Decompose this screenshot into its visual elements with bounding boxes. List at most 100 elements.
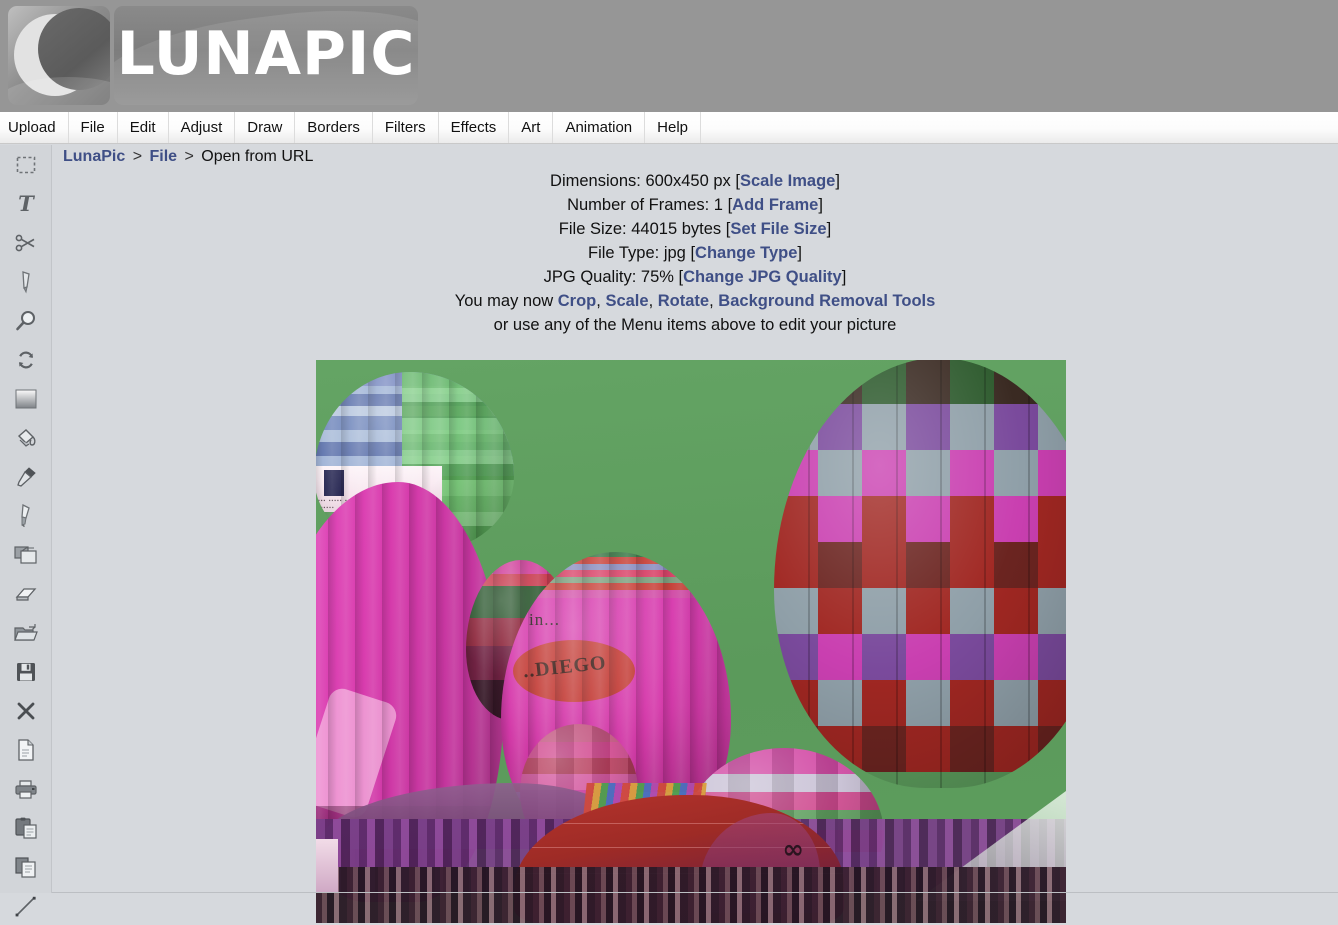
info-line-frames: Number of Frames: 1 [Add Frame]: [52, 193, 1338, 217]
eraser-icon: [14, 586, 38, 602]
tool-rail: T: [0, 145, 52, 893]
breadcrumb-separator-1: >: [133, 148, 142, 165]
tool-copy[interactable]: [0, 847, 52, 886]
crescent-moon-icon: [8, 6, 110, 105]
paint-bucket-icon: [15, 427, 37, 449]
filetype-value: jpg: [664, 244, 686, 262]
image-canvas[interactable]: ▪▪▪ ▪▪▪▪▪ ▪▪▪▪▪▪▪▪: [316, 360, 1066, 923]
ground-scene: ∞: [316, 783, 1066, 923]
breadcrumb: LunaPic > File > Open from URL: [63, 148, 313, 166]
tool-gradient[interactable]: [0, 379, 52, 418]
left-banner: [316, 839, 338, 893]
new-document-icon: [17, 739, 35, 761]
bracket-close: ]: [835, 172, 840, 190]
may-now-prefix: You may now: [455, 292, 553, 310]
add-frame-link[interactable]: Add Frame: [732, 196, 818, 214]
balloon-festival-photo: ▪▪▪ ▪▪▪▪▪ ▪▪▪▪▪▪▪▪: [316, 360, 1066, 923]
menu-upload[interactable]: Upload: [0, 112, 69, 143]
menu-borders[interactable]: Borders: [295, 112, 373, 143]
set-file-size-link[interactable]: Set File Size: [730, 220, 826, 238]
frames-value: 1: [714, 196, 723, 214]
paintbrush-icon: [16, 504, 36, 528]
menu-filters[interactable]: Filters: [373, 112, 439, 143]
info-line-filesize: File Size: 44015 bytes [Set File Size]: [52, 217, 1338, 241]
tool-close[interactable]: [0, 691, 52, 730]
tool-save[interactable]: [0, 652, 52, 691]
crowd-silhouettes: [316, 867, 1066, 923]
menu-help[interactable]: Help: [645, 112, 701, 143]
info-line-quality: JPG Quality: 75% [Change JPG Quality]: [52, 265, 1338, 289]
info-line-actions: You may now Crop, Scale, Rotate, Backgro…: [52, 289, 1338, 313]
marker-pen-icon: [17, 270, 35, 294]
quality-value: 75%: [641, 268, 674, 286]
tool-open[interactable]: [0, 613, 52, 652]
bracket-close: ]: [818, 196, 823, 214]
layers-icon: [14, 545, 38, 565]
selection-marquee-icon: [16, 156, 36, 174]
breadcrumb-separator-2: >: [185, 148, 194, 165]
tool-cut[interactable]: [0, 223, 52, 262]
dimensions-label: Dimensions:: [550, 172, 641, 190]
tool-zoom[interactable]: [0, 301, 52, 340]
app-header: LUNAPIC: [0, 0, 1338, 112]
breadcrumb-root[interactable]: LunaPic: [63, 148, 125, 165]
info-line-hint: or use any of the Menu items above to ed…: [52, 313, 1338, 337]
menu-bar: Upload File Edit Adjust Draw Borders Fil…: [0, 112, 1338, 144]
tool-new[interactable]: [0, 730, 52, 769]
breadcrumb-current: Open from URL: [201, 148, 313, 165]
filetype-label: File Type:: [588, 244, 659, 262]
rotate-link[interactable]: Rotate: [658, 292, 709, 310]
copy-pages-icon: [14, 856, 38, 878]
crop-link[interactable]: Crop: [558, 292, 597, 310]
balloon-right-checkered: [774, 360, 1066, 788]
tool-line[interactable]: [0, 886, 52, 925]
scale-link[interactable]: Scale: [605, 292, 648, 310]
tool-marker[interactable]: [0, 262, 52, 301]
bracket-close: ]: [797, 244, 802, 262]
breadcrumb-section[interactable]: File: [149, 148, 177, 165]
tool-brush[interactable]: [0, 496, 52, 535]
comma-2: ,: [649, 292, 654, 310]
rotate-arrows-icon: [16, 350, 36, 370]
menu-draw[interactable]: Draw: [235, 112, 295, 143]
change-jpg-quality-link[interactable]: Change JPG Quality: [683, 268, 842, 286]
comma-1: ,: [596, 292, 601, 310]
menu-art[interactable]: Art: [509, 112, 553, 143]
image-info-panel: Dimensions: 600x450 px [Scale Image] Num…: [52, 169, 1338, 337]
menu-effects[interactable]: Effects: [439, 112, 510, 143]
menu-animation[interactable]: Animation: [553, 112, 645, 143]
tool-layers[interactable]: [0, 535, 52, 574]
frames-label: Number of Frames:: [567, 196, 709, 214]
main-content: LunaPic > File > Open from URL Dimension…: [52, 145, 1338, 893]
tool-print[interactable]: [0, 769, 52, 808]
change-type-link[interactable]: Change Type: [695, 244, 797, 262]
tool-fill[interactable]: [0, 418, 52, 457]
close-x-icon: [16, 701, 36, 721]
logo[interactable]: LUNAPIC: [8, 6, 418, 105]
tool-color-picker[interactable]: [0, 457, 52, 496]
scale-image-link[interactable]: Scale Image: [740, 172, 835, 190]
eyedropper-icon: [15, 466, 37, 488]
background-removal-tools-link[interactable]: Background Removal Tools: [718, 292, 935, 310]
tool-rotate[interactable]: [0, 340, 52, 379]
info-line-filetype: File Type: jpg [Change Type]: [52, 241, 1338, 265]
menu-adjust[interactable]: Adjust: [169, 112, 236, 143]
tool-select[interactable]: [0, 145, 52, 184]
open-folder-icon: [14, 623, 38, 643]
tool-eraser[interactable]: [0, 574, 52, 613]
filesize-label: File Size:: [559, 220, 627, 238]
printer-icon: [14, 779, 38, 799]
envelope-mark: ∞: [782, 835, 804, 865]
info-line-dimensions: Dimensions: 600x450 px [Scale Image]: [52, 169, 1338, 193]
tool-text[interactable]: T: [0, 184, 52, 223]
tool-paste[interactable]: [0, 808, 52, 847]
floppy-save-icon: [16, 662, 36, 682]
paste-clipboard-icon: [14, 817, 38, 839]
svg-text:T: T: [18, 193, 35, 215]
logo-wordmark: LUNAPIC: [117, 24, 416, 88]
scissors-icon: [15, 233, 37, 253]
menu-bar-filler: [701, 112, 1338, 143]
menu-edit[interactable]: Edit: [118, 112, 169, 143]
menu-file[interactable]: File: [69, 112, 118, 143]
filesize-value: 44015 bytes: [631, 220, 721, 238]
